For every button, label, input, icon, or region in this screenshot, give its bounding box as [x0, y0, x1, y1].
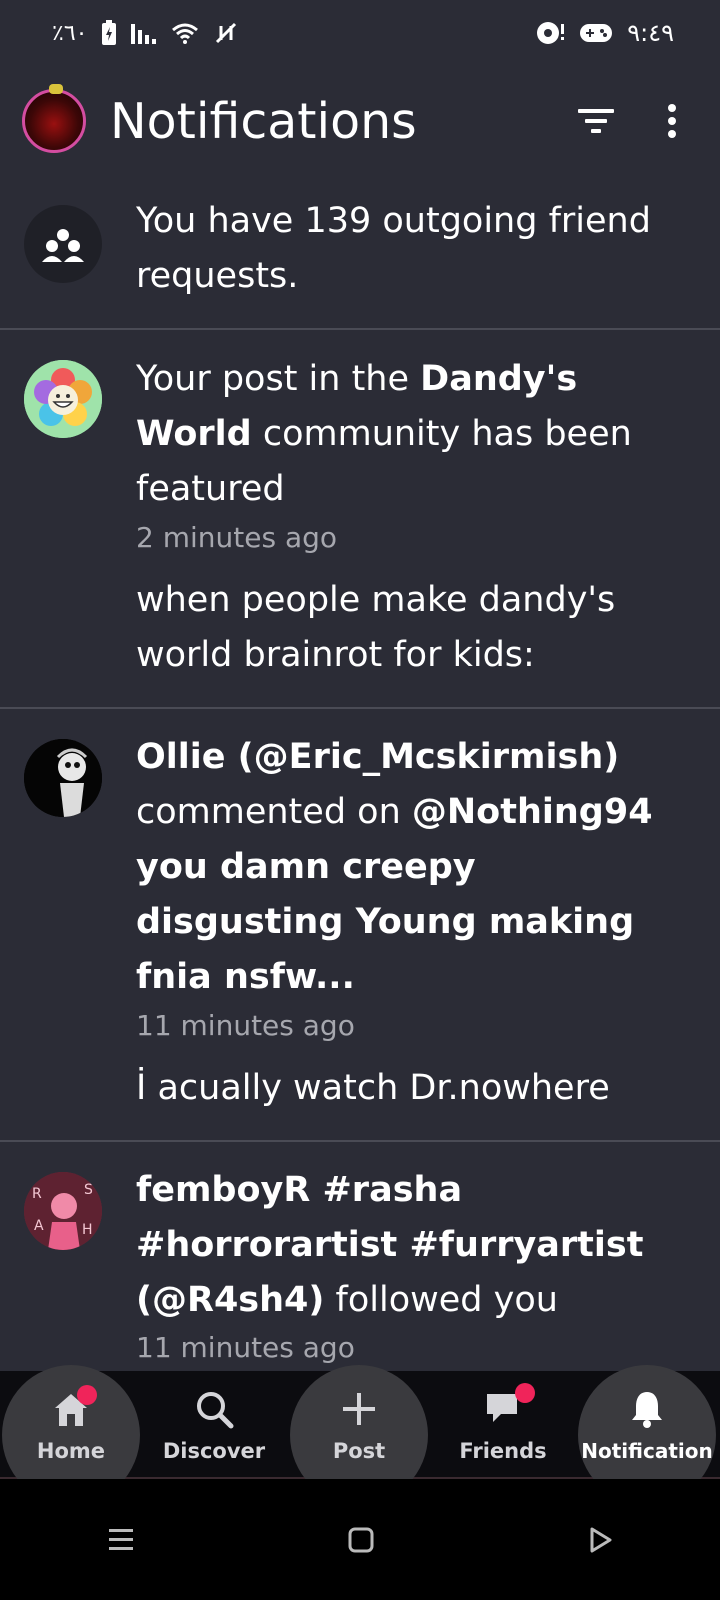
post-preview: when people make dandy's world brainrot …	[136, 580, 616, 675]
gamepad-icon	[580, 24, 613, 42]
nav-notification[interactable]: Notification	[578, 1365, 716, 1505]
wifi-icon	[172, 23, 199, 44]
filter-button[interactable]	[568, 93, 624, 149]
comment-preview: İ acually watch Dr.nowhere	[136, 1068, 610, 1108]
flower-avatar	[24, 360, 102, 438]
page-title: Notifications	[110, 92, 417, 150]
timestamp: 11 minutes ago	[136, 1009, 355, 1042]
nav-label: Post	[332, 1439, 386, 1463]
notification-text: You have 139 outgoing friend requests.	[136, 201, 651, 296]
clock: ٩:٤٩	[627, 19, 674, 47]
notification-text: Your post in the Dandy's World community…	[136, 352, 691, 517]
notification-item[interactable]: R S A H femboyR #rasha #horrorartist #fu…	[0, 1142, 720, 1382]
battery-percentage: ٪٦٠	[52, 20, 88, 46]
status-bar: ٪٦٠ ٩:٤٩	[0, 0, 720, 66]
user-avatar	[24, 739, 102, 817]
home-button-icon[interactable]	[347, 1526, 375, 1554]
svg-text:S: S	[84, 1182, 93, 1198]
text-prefix: Your post in the	[136, 359, 421, 399]
filter-icon	[578, 109, 614, 133]
notification-item[interactable]: Ollie (@Eric_Mcskirmish) commented on @N…	[0, 709, 720, 1142]
timestamp: 2 minutes ago	[136, 521, 338, 554]
notification-item[interactable]: You have 139 outgoing friend requests.	[0, 180, 720, 330]
more-vertical-icon	[668, 104, 676, 138]
status-left: ٪٦٠	[52, 20, 239, 46]
svg-text:H: H	[82, 1222, 93, 1238]
battery-icon	[102, 20, 117, 45]
nav-label: Friends	[459, 1439, 547, 1463]
username[interactable]: Ollie (@Eric_Mcskirmish)	[136, 737, 619, 777]
search-icon	[194, 1389, 234, 1429]
nav-home[interactable]: Home	[2, 1365, 140, 1505]
nav-friends[interactable]: Friends	[434, 1371, 572, 1477]
nav-label: Notification	[581, 1439, 713, 1463]
home-icon	[51, 1385, 97, 1429]
recent-apps-icon[interactable]	[106, 1527, 136, 1553]
timestamp: 11 minutes ago	[136, 1331, 355, 1364]
svg-text:A: A	[34, 1218, 44, 1234]
speech-bubble-icon	[537, 22, 565, 44]
signal-icon	[131, 24, 157, 44]
status-right: ٩:٤٩	[535, 19, 674, 47]
chat-icon	[483, 1383, 535, 1429]
notification-text: Ollie (@Eric_Mcskirmish) commented on @N…	[136, 730, 691, 1005]
notification-item[interactable]: Your post in the Dandy's World community…	[0, 330, 720, 709]
plus-icon	[341, 1389, 377, 1429]
nav-post[interactable]: Post	[290, 1365, 428, 1505]
profile-avatar[interactable]	[22, 84, 86, 153]
system-navigation-bar	[0, 1479, 720, 1600]
notification-text: femboyR #rasha #horrorartist #furryartis…	[136, 1163, 691, 1328]
svg-text:R: R	[32, 1186, 42, 1202]
action-text: commented on	[136, 792, 412, 832]
bell-icon	[629, 1389, 665, 1429]
app-bar: Notifications	[0, 78, 720, 164]
data-off-icon	[216, 22, 237, 44]
back-icon[interactable]	[586, 1526, 614, 1554]
notification-badge	[77, 1385, 97, 1405]
user-avatar: R S A H	[24, 1172, 102, 1250]
more-options-button[interactable]	[644, 93, 700, 149]
nav-label: Discover	[162, 1439, 266, 1463]
action-text: followed you	[324, 1280, 558, 1320]
nav-discover[interactable]: Discover	[145, 1371, 283, 1477]
bottom-navigation: Home Discover Post Friends Notification	[0, 1365, 720, 1505]
group-icon	[24, 205, 102, 283]
nav-label: Home	[36, 1439, 106, 1463]
notification-badge	[515, 1383, 535, 1403]
